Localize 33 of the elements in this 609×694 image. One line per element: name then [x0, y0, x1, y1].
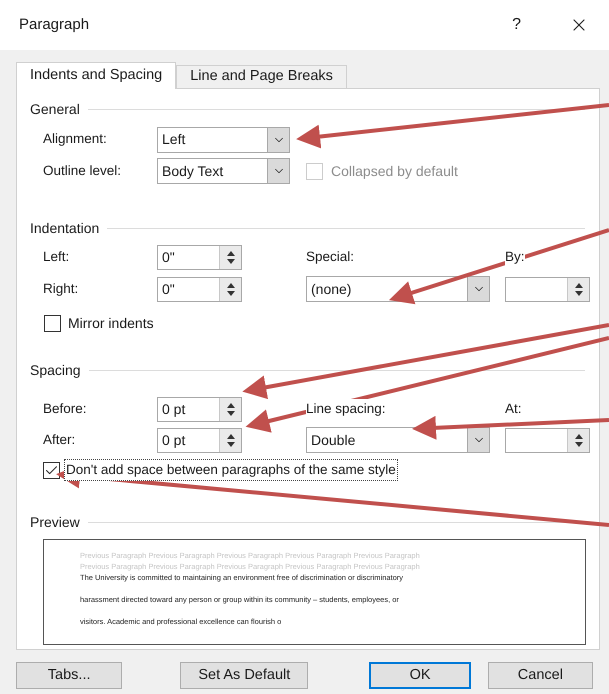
dialog-button[interactable]: Tabs... — [16, 662, 122, 689]
tab[interactable]: Indents and Spacing — [16, 62, 176, 89]
alignment-dropdown[interactable]: Left — [157, 126, 290, 152]
spin-field[interactable]: 0" — [157, 276, 242, 302]
spin-arrows-icon[interactable] — [219, 246, 241, 269]
line-spacing-dropdown[interactable]: Double — [306, 427, 490, 453]
section-heading: Indentation — [30, 218, 100, 238]
checkbox-label: Mirror indents — [68, 314, 154, 332]
checkbox-label: Collapsed by default — [331, 162, 458, 181]
spin-arrows-icon[interactable] — [567, 278, 589, 300]
section-heading: Preview — [30, 512, 80, 532]
dialog-button[interactable]: Set As Default — [180, 662, 308, 689]
spin-field[interactable]: 0 pt — [157, 428, 242, 452]
spin-arrows-icon[interactable] — [567, 428, 589, 452]
tab[interactable]: Line and Page Breaks — [176, 65, 347, 88]
checkbox[interactable] — [43, 462, 60, 478]
section-heading: General — [30, 100, 80, 118]
spin-arrows-icon[interactable] — [219, 278, 241, 300]
spin-arrows-icon[interactable] — [219, 428, 241, 452]
checkbox[interactable] — [44, 314, 61, 332]
spin-field[interactable] — [505, 428, 590, 452]
spin-arrows-icon[interactable] — [219, 398, 241, 420]
special-dropdown[interactable]: (none) — [306, 276, 490, 302]
dialog-button[interactable]: OK — [369, 662, 471, 689]
checkbox-label: Don't add space between paragraphs of the same style — [64, 458, 398, 482]
help-button[interactable]: ? — [512, 13, 521, 37]
spin-field[interactable]: 0 pt — [157, 396, 242, 422]
spin-field[interactable] — [505, 276, 590, 302]
window-title: Paragraph — [19, 14, 90, 35]
outline-level-dropdown[interactable]: Body Text — [157, 158, 290, 184]
spin-field[interactable]: 0" — [157, 245, 242, 270]
section-heading: Spacing — [30, 360, 81, 380]
dialog-button[interactable]: Cancel — [488, 662, 594, 689]
